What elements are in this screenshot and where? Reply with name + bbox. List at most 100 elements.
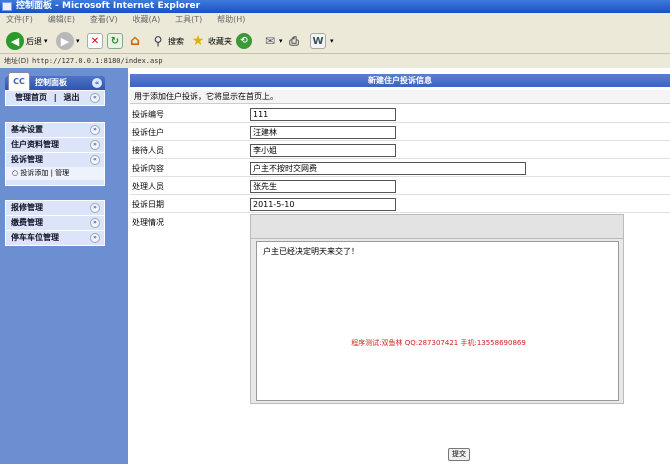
sidebar-item-label: 缴费管理	[11, 218, 43, 227]
sidebar-item-repair-management[interactable]: 报修管理 »	[6, 201, 104, 215]
sidebar-item-basic-settings[interactable]: 基本设置 »	[6, 123, 104, 137]
editor-toolbar	[251, 215, 623, 239]
sidebar-menu-group-2: 报修管理 » 缴费管理 » 停车车位管理 »	[5, 200, 105, 246]
field-label: 处理人员	[132, 182, 164, 191]
chevron-up-icon[interactable]: «	[90, 155, 100, 165]
handler-input[interactable]: 张先生	[250, 180, 396, 193]
address-url[interactable]: http://127.0.0.1:8180/index.asp	[32, 55, 163, 67]
home-link[interactable]: 管理首页	[15, 93, 47, 102]
sidebar-item-fee-management[interactable]: 缴费管理 »	[6, 216, 104, 230]
mail-icon: ✉	[264, 34, 276, 48]
sidebar-title: 控制面板	[35, 78, 67, 87]
back-button[interactable]: ◀ 后退 ▾	[6, 31, 48, 51]
chevron-down-icon[interactable]: »	[90, 218, 100, 228]
back-label: 后退	[26, 36, 42, 46]
sidebar-subitem-label: 投诉添加 | 管理	[20, 169, 70, 177]
word-dropdown-icon: ▾	[330, 37, 334, 45]
receptionist-input[interactable]: 李小姐	[250, 144, 396, 157]
handling-editor: 户主已经决定明天来交了！ 程序测试:双鱼林 QQ:287307421 手机:13…	[250, 214, 624, 404]
window-title-bar: 控制面板 - Microsoft Internet Explorer	[0, 0, 670, 13]
menu-view[interactable]: 查看(V)	[90, 13, 118, 27]
window-title: 控制面板 - Microsoft Internet Explorer	[16, 1, 201, 11]
back-dropdown-icon: ▾	[44, 37, 48, 45]
menu-favorites[interactable]: 收藏(A)	[132, 13, 160, 27]
sidebar-header: CC 控制面板 «	[5, 72, 105, 92]
forward-dropdown-icon: ▾	[76, 37, 80, 45]
logout-link[interactable]: 退出	[64, 93, 80, 102]
sidebar-item-label: 投诉管理	[11, 155, 43, 164]
forward-button[interactable]: ▶ ▾	[56, 31, 80, 51]
sidebar-menu-group-1: 基本设置 » 住户资料管理 » 投诉管理 « ○ 投诉添加 | 管理	[5, 122, 105, 186]
stop-button[interactable]: ✕	[87, 31, 103, 51]
mail-button[interactable]: ✉ ▾	[262, 31, 283, 51]
handling-textarea[interactable]: 户主已经决定明天来交了！ 程序测试:双鱼林 QQ:287307421 手机:13…	[256, 241, 619, 401]
page-description: 用于添加住户投诉，它将显示在首页上。	[130, 90, 670, 104]
address-bar: 地址(D) http://127.0.0.1:8180/index.asp	[0, 55, 670, 67]
sidebar-item-complaint-management[interactable]: 投诉管理 «	[6, 153, 104, 167]
sidebar-item-parking-management[interactable]: 停车车位管理 »	[6, 231, 104, 245]
favorites-button[interactable]: ★ 收藏夹	[190, 31, 232, 51]
menu-bar: 文件(F) 编辑(E) 查看(V) 收藏(A) 工具(T) 帮助(H)	[0, 13, 670, 27]
menu-help[interactable]: 帮助(H)	[217, 13, 245, 27]
credit-text: 程序测试:双鱼林 QQ:287307421 手机:13558690869	[351, 339, 526, 347]
forward-arrow-icon: ▶	[56, 32, 74, 50]
back-arrow-icon: ◀	[6, 32, 24, 50]
main-content: 新建住户投诉信息 用于添加住户投诉，它将显示在首页上。 投诉编号 111 投诉住…	[130, 68, 670, 464]
chevron-up-icon[interactable]: «	[92, 78, 102, 88]
stop-icon: ✕	[87, 33, 103, 49]
chevron-down-icon[interactable]: »	[90, 140, 100, 150]
sidebar-item-label: 基本设置	[11, 125, 43, 134]
history-icon: ⟲	[236, 33, 252, 49]
chevron-down-icon[interactable]: »	[90, 125, 100, 135]
form-row-resident: 投诉住户 汪建林	[130, 124, 670, 141]
resident-input[interactable]: 汪建林	[250, 126, 396, 139]
menu-edit[interactable]: 编辑(E)	[48, 13, 75, 27]
chevron-down-icon[interactable]: »	[90, 203, 100, 213]
search-label: 搜索	[168, 36, 184, 46]
favorites-star-icon: ★	[191, 33, 205, 49]
complaint-id-input[interactable]: 111	[250, 108, 396, 121]
sidebar-item-resident-management[interactable]: 住户资料管理 »	[6, 138, 104, 152]
field-label: 投诉内容	[132, 164, 164, 173]
form-row-receptionist: 接待人员 李小姐	[130, 142, 670, 159]
history-button[interactable]: ⟲	[236, 31, 252, 51]
separator: |	[53, 93, 57, 102]
field-label: 投诉编号	[132, 110, 164, 119]
complaint-date-input[interactable]: 2011-5-10	[250, 198, 396, 211]
word-icon: W	[310, 33, 326, 49]
print-icon: ⎙	[289, 33, 299, 48]
chevron-up-icon[interactable]: «	[90, 93, 100, 103]
submit-button[interactable]: 提交	[448, 448, 470, 461]
address-label: 地址(D)	[4, 57, 29, 65]
search-button[interactable]: ⚲ 搜索	[150, 31, 184, 51]
refresh-button[interactable]: ↻	[107, 31, 123, 51]
sidebar-item-label: 住户资料管理	[11, 140, 59, 149]
control-panel-logo-icon: CC	[8, 72, 30, 92]
mail-dropdown-icon: ▾	[279, 37, 283, 45]
print-button[interactable]: ⎙	[286, 31, 302, 51]
sidebar-item-label: 停车车位管理	[11, 233, 59, 242]
favorites-label: 收藏夹	[208, 36, 232, 46]
form-row-date: 投诉日期 2011-5-10	[130, 196, 670, 213]
ie-app-icon	[2, 2, 12, 11]
home-button[interactable]: ⌂	[127, 31, 143, 51]
sidebar-item-label: 报修管理	[11, 203, 43, 212]
page: CC 控制面板 « 管理首页 | 退出 « 基本设置 » 住户资料管理 » 投诉…	[0, 68, 670, 464]
field-label: 处理情况	[132, 218, 164, 227]
home-icon: ⌂	[129, 33, 141, 49]
chevron-down-icon[interactable]: »	[90, 233, 100, 243]
menu-tools[interactable]: 工具(T)	[175, 13, 202, 27]
complaint-content-input[interactable]: 户主不按时交网费	[250, 162, 526, 175]
refresh-icon: ↻	[107, 33, 123, 49]
field-label: 投诉住户	[132, 128, 164, 137]
form-row-complaint-id: 投诉编号 111	[130, 106, 670, 123]
menu-file[interactable]: 文件(F)	[6, 13, 33, 27]
sidebar-subitem-complaint[interactable]: ○ 投诉添加 | 管理	[6, 167, 104, 180]
word-button[interactable]: W ▾	[310, 31, 334, 51]
form-row-handler: 处理人员 张先生	[130, 178, 670, 195]
sidebar: CC 控制面板 « 管理首页 | 退出 « 基本设置 » 住户资料管理 » 投诉…	[0, 68, 128, 464]
search-icon: ⚲	[153, 34, 163, 48]
sidebar-home-box: 管理首页 | 退出 «	[5, 90, 105, 106]
field-label: 投诉日期	[132, 200, 164, 209]
page-title: 新建住户投诉信息	[130, 74, 670, 87]
